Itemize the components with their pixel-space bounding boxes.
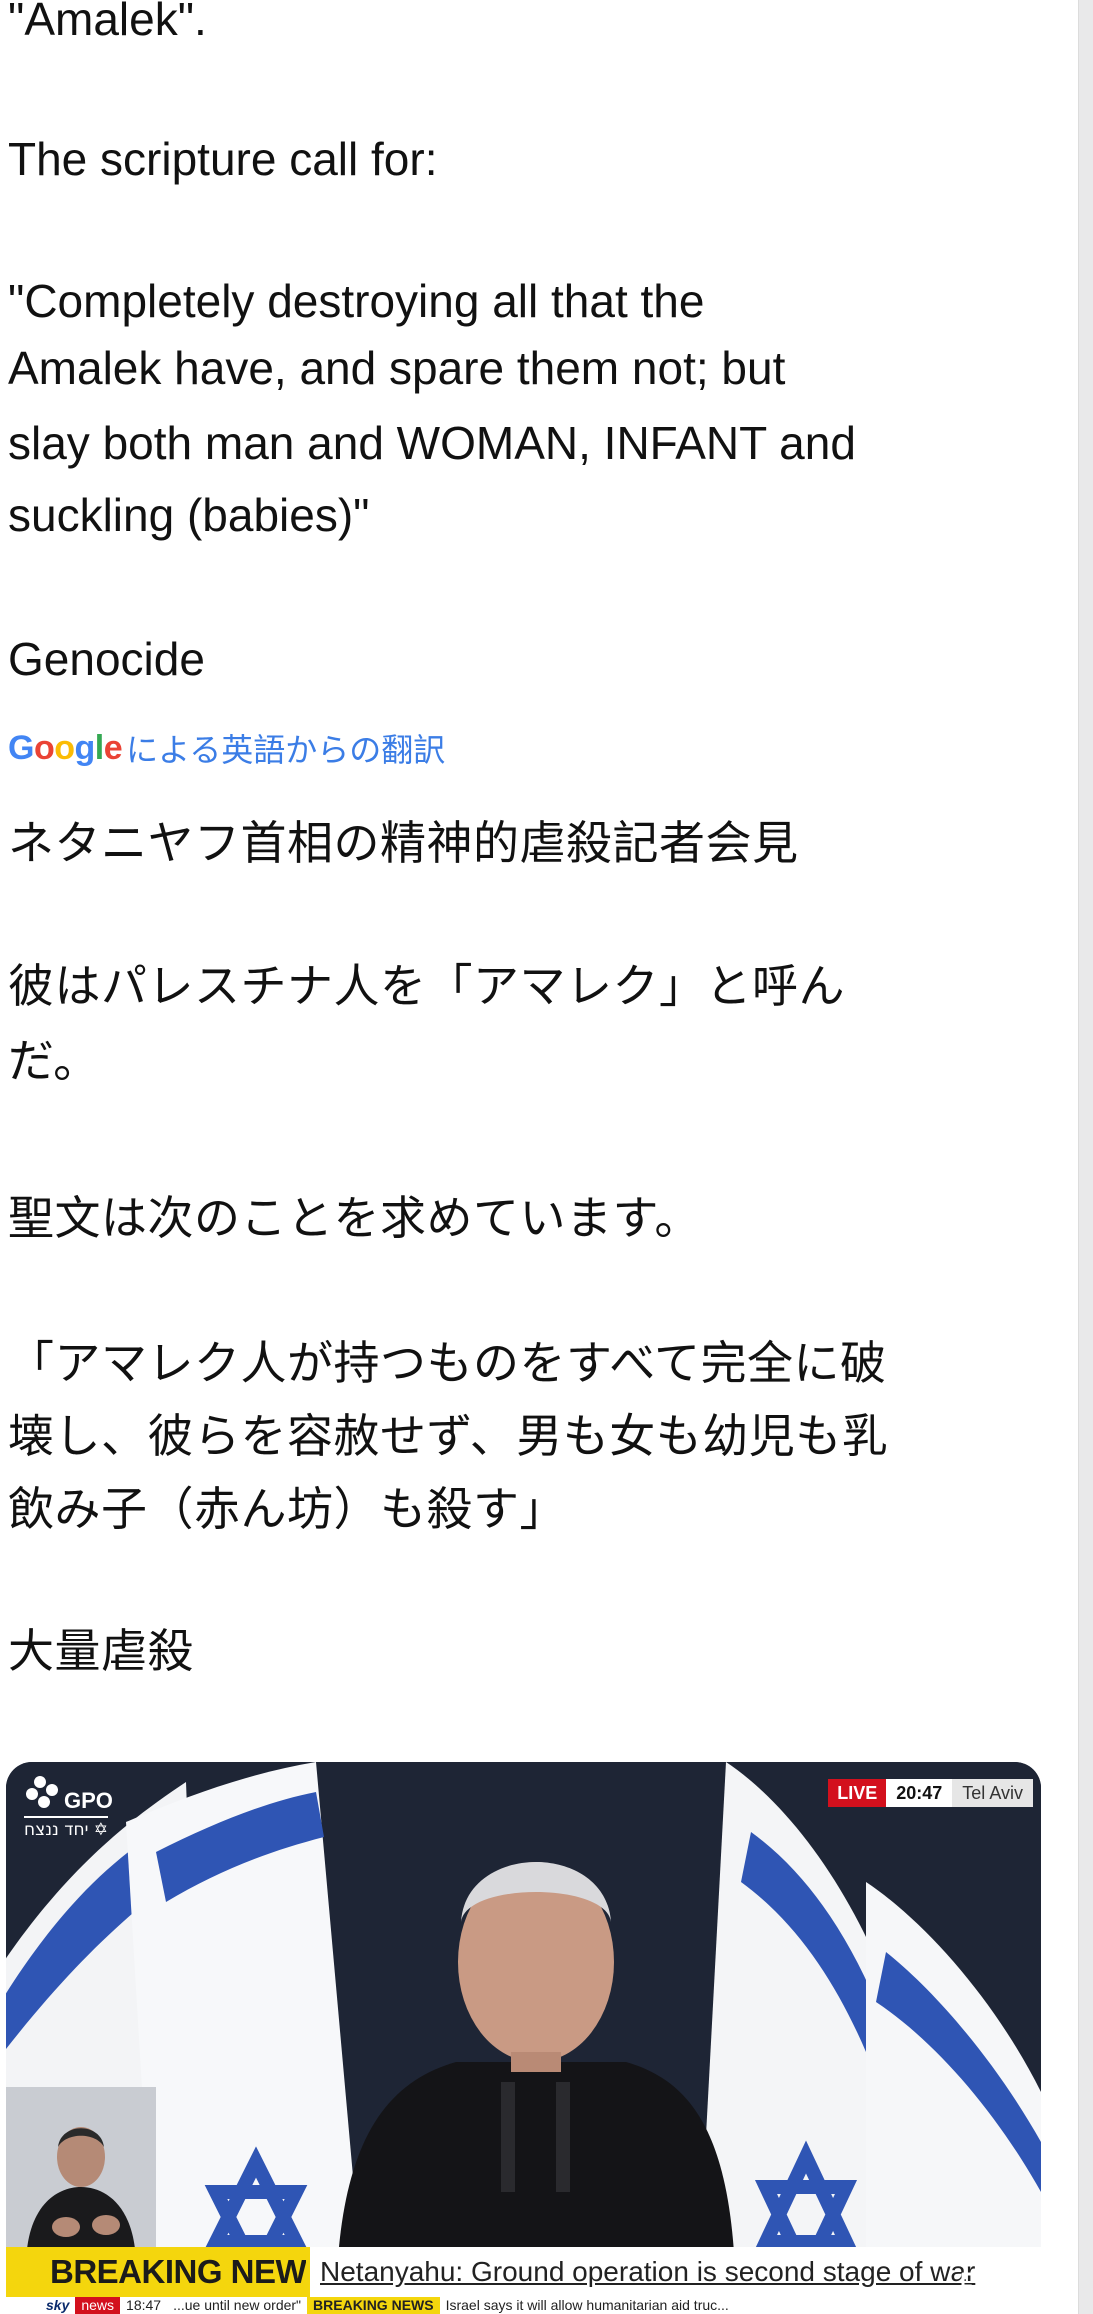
post-text-line: 「アマレク人が持つものをすべて完全に破 [8, 1336, 887, 1390]
post-text-line: Genocide [8, 633, 205, 685]
post-text-line: 彼はパレスチナ人を「アマレク」と呼ん [8, 959, 845, 1013]
translation-label: による英語からの翻訳 [126, 731, 446, 769]
post-text-line: "Completely destroying all that the [8, 275, 705, 327]
sub-ticker-text-left: ...ue until new order" [173, 2297, 302, 2313]
news-headline: Netanyahu: Ground operation is second st… [306, 2247, 1041, 2297]
speaker-muted-icon[interactable] [959, 2262, 1003, 2298]
post-text-line: 聖文は次のことを求めています。 [8, 1191, 701, 1245]
post-text-line: suckling (babies)" [8, 489, 370, 541]
post-text-line: slay both man and WOMAN, INFANT and [8, 417, 856, 469]
breaking-news-ticker: BREAKING NEWS Netanyahu: Ground operatio… [6, 2247, 1041, 2297]
post-text-line: 飲み子（赤ん坊）も殺す」 [8, 1482, 566, 1536]
broadcast-location: Tel Aviv [952, 1779, 1033, 1807]
live-indicator: LIVE 20:47 Tel Aviv [828, 1779, 1033, 1807]
breaking-news-label: BREAKING NEWS [50, 2253, 328, 2290]
post-text-line: Amalek have, and spare them not; but [8, 342, 786, 394]
gpo-hebrew-caption: יחד ננצח ✡ [24, 1816, 109, 1840]
sub-ticker-breaking: BREAKING NEWS [307, 2297, 440, 2314]
sky-brand: sky [46, 2297, 70, 2313]
gpo-logo: GPO יחד ננצח ✡ [20, 1772, 150, 1842]
sub-ticker-time: 18:47 [126, 2297, 162, 2313]
sign-language-interpreter [6, 2087, 156, 2267]
post-text-line: 大量虐殺 [8, 1624, 194, 1678]
broadcast-time: 20:47 [886, 1779, 953, 1807]
sky-news-badge: news [75, 2297, 121, 2314]
google-logo: Google [8, 728, 123, 767]
translation-badge[interactable]: Google による英語からの翻訳 [8, 720, 445, 776]
live-badge: LIVE [828, 1779, 887, 1807]
video-frame [6, 1762, 1041, 2314]
post-body: "Amalek". The scripture call for: "Compl… [0, 0, 1078, 2314]
sub-ticker: sky news 18:47 ...ue until new order" BREAKI… [6, 2297, 1041, 2314]
post-text-line: ネタニヤフ首相の精神的虐殺記者会見 [8, 816, 799, 870]
post-text-line: "Amalek". [8, 0, 207, 45]
embedded-video[interactable]: GPO יחד ננצח ✡ LIVE 20:47 Tel Aviv BREAK… [6, 1762, 1041, 2314]
post-text-line: The scripture call for: [8, 133, 438, 185]
post-text-line: 壊し、彼らを容赦せず、男も女も幼児も乳 [8, 1409, 889, 1463]
sub-ticker-text-right: Israel says it will allow humanitarian a… [445, 2297, 729, 2313]
scrollbar[interactable] [1078, 0, 1093, 2314]
post-text-line: だ。 [8, 1034, 100, 1088]
